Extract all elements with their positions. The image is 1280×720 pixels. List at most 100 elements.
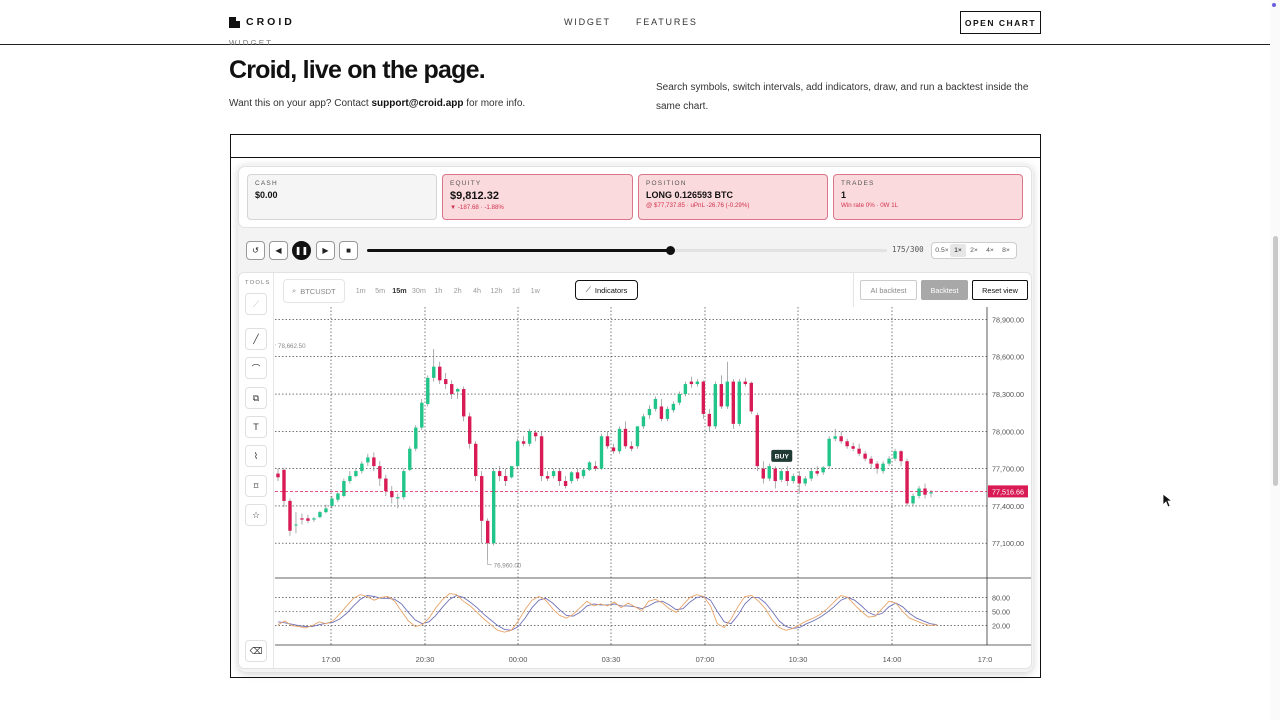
candle-body bbox=[635, 426, 640, 447]
ai-backtest-button[interactable]: AI backtest bbox=[860, 280, 917, 300]
speed-option[interactable]: 2× bbox=[966, 244, 982, 257]
logo[interactable]: CROID bbox=[229, 16, 295, 28]
stochastic-d-line bbox=[277, 595, 938, 631]
step-back-button[interactable]: ◀ bbox=[269, 241, 288, 260]
backtest-button[interactable]: Backtest bbox=[921, 280, 968, 300]
candle-body bbox=[288, 500, 292, 531]
buy-signal-label: BUY bbox=[775, 453, 790, 460]
interval-15m[interactable]: 15m bbox=[390, 286, 409, 295]
time-tick-label: 17:00 bbox=[322, 655, 341, 664]
speed-option[interactable]: 0.5× bbox=[934, 244, 950, 257]
position-value: LONG 0.126593 BTC bbox=[646, 190, 734, 200]
candle-body bbox=[414, 427, 418, 449]
candle-body bbox=[324, 508, 328, 513]
price-tick-label: 77,400.00 bbox=[992, 502, 1024, 511]
nav-link-features[interactable]: FEATURES bbox=[636, 17, 698, 27]
candle-body bbox=[527, 431, 532, 444]
candle-body bbox=[438, 366, 442, 381]
candle-body bbox=[503, 476, 508, 482]
candle-body bbox=[378, 466, 382, 479]
candle-body bbox=[360, 463, 364, 472]
candle-body bbox=[899, 451, 903, 462]
oscillator-level-label: 80.00 bbox=[992, 593, 1010, 602]
interval-12h[interactable]: 12h bbox=[487, 286, 506, 295]
price-tick-label: 78,900.00 bbox=[992, 315, 1024, 324]
candle-body bbox=[312, 518, 316, 520]
tool-measure-icon[interactable]: ⌑ bbox=[245, 475, 267, 497]
interval-2h[interactable]: 2h bbox=[448, 286, 467, 295]
price-tick-label: 77,100.00 bbox=[992, 539, 1024, 548]
price-chart[interactable]: 78,900.00 78,600.00 78,300.00 78,000.00 77,7… bbox=[275, 307, 1032, 669]
candle-body bbox=[833, 436, 837, 439]
support-email-link[interactable]: support@croid.app bbox=[372, 98, 464, 109]
tool-text-icon[interactable]: T bbox=[245, 416, 267, 438]
candle-body bbox=[336, 493, 340, 500]
open-chart-button[interactable]: OPEN CHART bbox=[960, 11, 1041, 34]
candle-body bbox=[803, 478, 807, 484]
stop-button[interactable]: ■ bbox=[339, 241, 358, 260]
candle-body bbox=[366, 457, 370, 463]
high-label: 78,662.50 bbox=[278, 343, 306, 350]
indicators-button[interactable]: ⟋ Indicators bbox=[575, 280, 638, 300]
pause-button[interactable]: ❚❚ bbox=[292, 241, 311, 260]
tool-favorites-icon[interactable]: ☆ bbox=[245, 504, 267, 526]
candle-body bbox=[420, 402, 424, 428]
time-tick-label: 17:0 bbox=[978, 655, 993, 664]
speed-option[interactable]: 4× bbox=[982, 244, 998, 257]
candle-body bbox=[713, 384, 718, 427]
candle-body bbox=[569, 472, 574, 482]
interval-5m[interactable]: 5m bbox=[370, 286, 389, 295]
interval-1m[interactable]: 1m bbox=[351, 286, 370, 295]
step-forward-button[interactable]: ▶ bbox=[316, 241, 335, 260]
interval-4h[interactable]: 4h bbox=[467, 286, 486, 295]
cash-label: CASH bbox=[255, 180, 278, 187]
tool-path-icon[interactable]: ⌇ bbox=[245, 445, 267, 467]
reset-view-button[interactable]: Reset view bbox=[972, 280, 1028, 300]
page-scrollbar[interactable] bbox=[1270, 0, 1280, 720]
reset-button[interactable]: ↺ bbox=[246, 241, 265, 260]
candle-body bbox=[911, 495, 915, 504]
interval-1d[interactable]: 1d bbox=[506, 286, 525, 295]
tool-channel-icon[interactable]: ⌒ bbox=[245, 357, 267, 379]
replay-slider-fill bbox=[367, 249, 671, 252]
chart-actions: AI backtest Backtest Reset view bbox=[853, 273, 1031, 307]
speed-option[interactable]: 1× bbox=[950, 244, 966, 257]
candle-body bbox=[707, 413, 712, 427]
interval-selector: 1m 5m 15m 30m 1h 2h 4h 12h 1d 1w bbox=[351, 286, 545, 295]
candle-body bbox=[479, 476, 484, 521]
interval-1h[interactable]: 1h bbox=[429, 286, 448, 295]
candle-body bbox=[731, 381, 736, 424]
tool-trend-line-icon[interactable]: ╱ bbox=[245, 328, 267, 350]
tools-sidebar: TOOLS ⟋ ╱ ⌒ ⧉ T ⌇ ⌑ ☆ ⌫ bbox=[239, 273, 274, 668]
speed-option[interactable]: 8× bbox=[998, 244, 1014, 257]
interval-1w[interactable]: 1w bbox=[526, 286, 545, 295]
candle-body bbox=[545, 476, 550, 479]
price-tick-label: 78,300.00 bbox=[992, 390, 1024, 399]
candle-body bbox=[671, 403, 676, 411]
time-tick-label: 07:00 bbox=[696, 655, 715, 664]
candle-body bbox=[533, 432, 538, 437]
replay-slider-thumb[interactable] bbox=[666, 246, 676, 255]
nav-link-widget[interactable]: WIDGET bbox=[564, 17, 611, 27]
candle-body bbox=[372, 457, 376, 467]
logo-mark-icon bbox=[229, 16, 240, 28]
candle-body bbox=[384, 478, 388, 491]
tool-cursor-line-icon[interactable]: ⟋ bbox=[245, 293, 267, 315]
candle-body bbox=[563, 481, 568, 487]
symbol-search[interactable]: ⌕ BTCUSDT bbox=[283, 279, 345, 303]
tool-shapes-icon[interactable]: ⧉ bbox=[245, 387, 267, 409]
candle-body bbox=[450, 384, 454, 395]
candle-body bbox=[779, 471, 783, 480]
candle-body bbox=[761, 468, 765, 479]
candle-body bbox=[408, 448, 412, 470]
mouse-cursor-icon bbox=[1163, 494, 1173, 508]
replay-player: ↺ ◀ ❚❚ ▶ ■ 175/300 0.5× 1× 2× 4× 8× bbox=[238, 237, 1032, 264]
candle-body bbox=[509, 466, 514, 478]
interval-30m[interactable]: 30m bbox=[409, 286, 428, 295]
scrollbar-thumb[interactable] bbox=[1273, 236, 1278, 486]
replay-slider[interactable] bbox=[367, 246, 887, 255]
candle-body bbox=[677, 394, 682, 403]
candle-body bbox=[665, 408, 670, 419]
tool-trash-icon[interactable]: ⌫ bbox=[245, 640, 267, 662]
time-tick-label: 14:00 bbox=[883, 655, 902, 664]
